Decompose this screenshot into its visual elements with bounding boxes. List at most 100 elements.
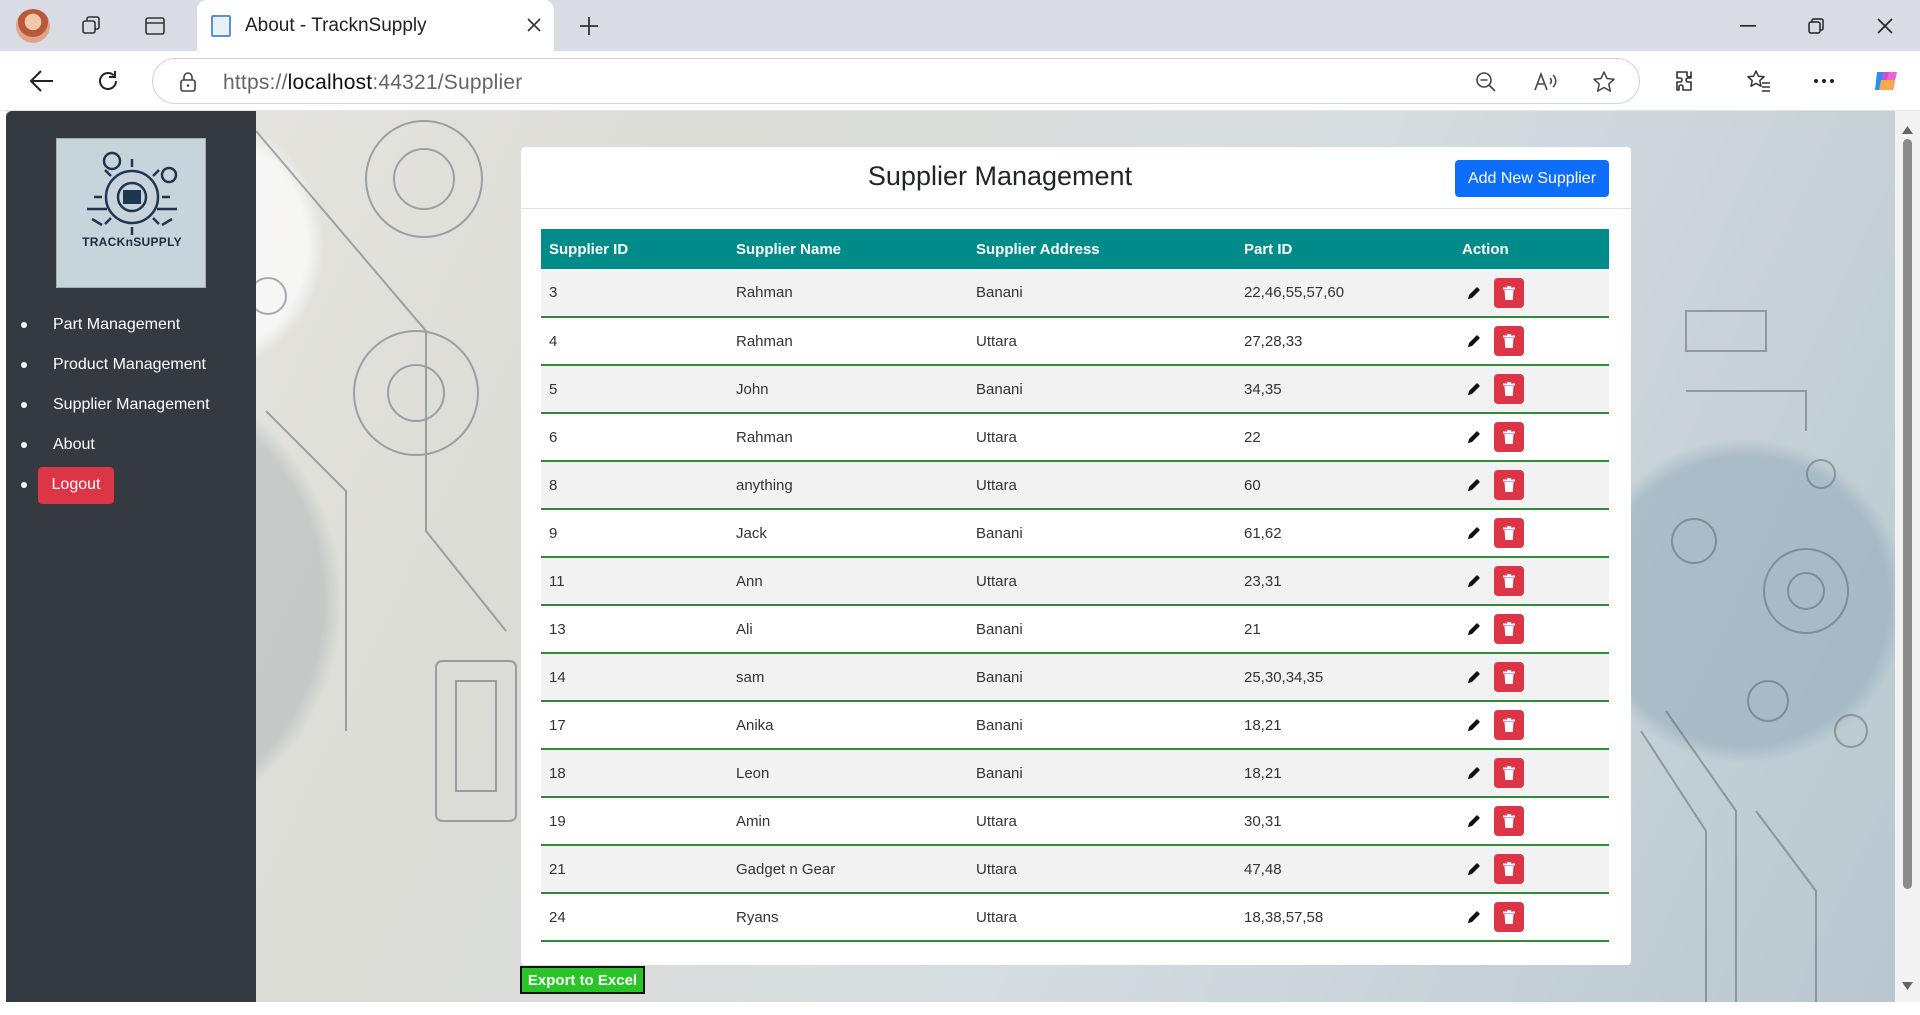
- supplier-table: Supplier ID Supplier Name Supplier Addre…: [541, 229, 1609, 942]
- browser-tab-bar: About - TracknSupply: [0, 0, 1920, 51]
- trash-icon[interactable]: [1494, 326, 1524, 356]
- pencil-icon[interactable]: [1462, 422, 1486, 452]
- action-cell: [1454, 557, 1609, 605]
- trash-icon[interactable]: [1494, 470, 1524, 500]
- supplier-address-cell: Uttara: [976, 332, 1017, 350]
- scrollbar-thumb[interactable]: [1903, 139, 1912, 889]
- pencil-icon[interactable]: [1462, 902, 1486, 932]
- page-title: Supplier Management: [867, 161, 1133, 191]
- pencil-icon[interactable]: [1462, 614, 1486, 644]
- extensions-icon[interactable]: [1666, 63, 1706, 99]
- supplier-name-cell: Ali: [736, 620, 753, 638]
- pencil-icon[interactable]: [1462, 566, 1486, 596]
- trash-icon[interactable]: [1494, 566, 1524, 596]
- trash-icon[interactable]: [1494, 374, 1524, 404]
- close-window-icon[interactable]: [1857, 8, 1913, 44]
- reload-icon[interactable]: [88, 63, 128, 99]
- trash-icon[interactable]: [1494, 710, 1524, 740]
- trash-icon[interactable]: [1494, 806, 1524, 836]
- pencil-icon[interactable]: [1462, 854, 1486, 884]
- supplier-name-cell: Amin: [736, 812, 771, 830]
- profile-avatar[interactable]: [16, 9, 50, 43]
- pencil-icon[interactable]: [1462, 806, 1486, 836]
- action-group: [1462, 806, 1609, 836]
- supplier-id-cell: 8: [549, 476, 558, 494]
- pencil-icon[interactable]: [1462, 662, 1486, 692]
- sidebar-item-part-management[interactable]: Part Management: [6, 305, 256, 345]
- workspaces-icon[interactable]: [76, 10, 108, 42]
- supplier-address-cell: Uttara: [976, 476, 1017, 494]
- add-supplier-button[interactable]: Add New Supplier: [1455, 160, 1609, 197]
- pencil-icon[interactable]: [1462, 374, 1486, 404]
- tab-title: About - TracknSupply: [245, 15, 427, 36]
- tracknsupply-logo: TRACKnSUPPLY: [56, 138, 206, 288]
- action-cell: [1454, 605, 1609, 653]
- trash-icon[interactable]: [1494, 902, 1524, 932]
- lock-icon[interactable]: [179, 71, 197, 98]
- action-cell: [1454, 749, 1609, 797]
- read-aloud-icon[interactable]: [1529, 67, 1563, 97]
- sidebar-nav: Part Management Product Management Suppl…: [6, 305, 256, 505]
- trash-icon[interactable]: [1494, 422, 1524, 452]
- address-bar[interactable]: https://localhost:44321/Supplier: [152, 58, 1640, 104]
- back-icon[interactable]: [22, 63, 62, 99]
- action-group: [1462, 902, 1609, 932]
- table-row: 19 Amin Uttara 30,31: [541, 797, 1609, 845]
- trash-icon[interactable]: [1494, 758, 1524, 788]
- supplier-name-cell: Rahman: [736, 284, 793, 301]
- supplier-name-cell: Ryans: [736, 908, 779, 926]
- url-scheme: https://: [223, 71, 288, 94]
- part-id-cell: 22,46,55,57,60: [1244, 284, 1345, 301]
- action-cell: [1454, 317, 1609, 365]
- supplier-name-cell: anything: [736, 476, 793, 494]
- sidebar-item-about[interactable]: About: [6, 425, 256, 465]
- restore-icon[interactable]: [1788, 8, 1844, 44]
- sidebar: TRACKnSUPPLY Part Management Product Man…: [6, 111, 256, 1002]
- action-group: [1462, 662, 1609, 692]
- trash-icon[interactable]: [1494, 277, 1524, 308]
- close-tab-icon[interactable]: [520, 10, 548, 40]
- sidebar-item-supplier-management[interactable]: Supplier Management: [6, 385, 256, 425]
- minimize-icon[interactable]: [1720, 8, 1776, 44]
- supplier-address-cell: Uttara: [976, 428, 1017, 446]
- zoom-out-icon[interactable]: [1469, 67, 1503, 97]
- table-row: 5 John Banani 34,35: [541, 365, 1609, 413]
- action-cell: [1454, 461, 1609, 509]
- pencil-icon[interactable]: [1462, 470, 1486, 500]
- pencil-icon[interactable]: [1462, 278, 1486, 308]
- supplier-name-cell: Rahman: [736, 332, 793, 350]
- more-options-icon[interactable]: [1804, 63, 1844, 99]
- supplier-id-cell: 5: [549, 380, 558, 398]
- trash-icon[interactable]: [1494, 614, 1524, 644]
- favorites-icon[interactable]: [1739, 63, 1779, 99]
- tab-actions-icon[interactable]: [139, 10, 171, 42]
- url-text[interactable]: https://localhost:44321/Supplier: [223, 71, 522, 95]
- column-header: Supplier Address: [976, 240, 1100, 258]
- logout-button[interactable]: Logout: [38, 466, 114, 504]
- pencil-icon[interactable]: [1462, 710, 1486, 740]
- supplier-id-cell: 18: [549, 764, 566, 782]
- pencil-icon[interactable]: [1462, 518, 1486, 548]
- action-group: [1462, 614, 1609, 644]
- table-header-row: Supplier ID Supplier Name Supplier Addre…: [541, 229, 1609, 269]
- page-scrollbar[interactable]: [1895, 111, 1920, 1002]
- trash-icon[interactable]: [1494, 662, 1524, 692]
- trash-icon[interactable]: [1494, 854, 1524, 884]
- trash-icon[interactable]: [1494, 518, 1524, 548]
- active-tab[interactable]: About - TracknSupply: [197, 0, 554, 51]
- copilot-icon[interactable]: [1866, 63, 1906, 99]
- part-id-cell: 61,62: [1244, 524, 1282, 542]
- supplier-id-cell: 21: [549, 860, 566, 878]
- new-tab-icon[interactable]: [572, 10, 606, 42]
- part-id-cell: 30,31: [1244, 812, 1282, 830]
- export-excel-button[interactable]: Export to Excel: [520, 966, 645, 994]
- pencil-icon[interactable]: [1462, 758, 1486, 788]
- action-group: [1462, 518, 1609, 548]
- supplier-address-cell: Banani: [976, 524, 1023, 542]
- scroll-up-icon[interactable]: [1902, 121, 1913, 139]
- window-bottom-edge: [0, 1002, 1920, 1015]
- favorite-star-icon[interactable]: [1587, 67, 1621, 97]
- scroll-down-icon[interactable]: [1902, 977, 1913, 995]
- pencil-icon[interactable]: [1462, 326, 1486, 356]
- sidebar-item-product-management[interactable]: Product Management: [6, 345, 256, 385]
